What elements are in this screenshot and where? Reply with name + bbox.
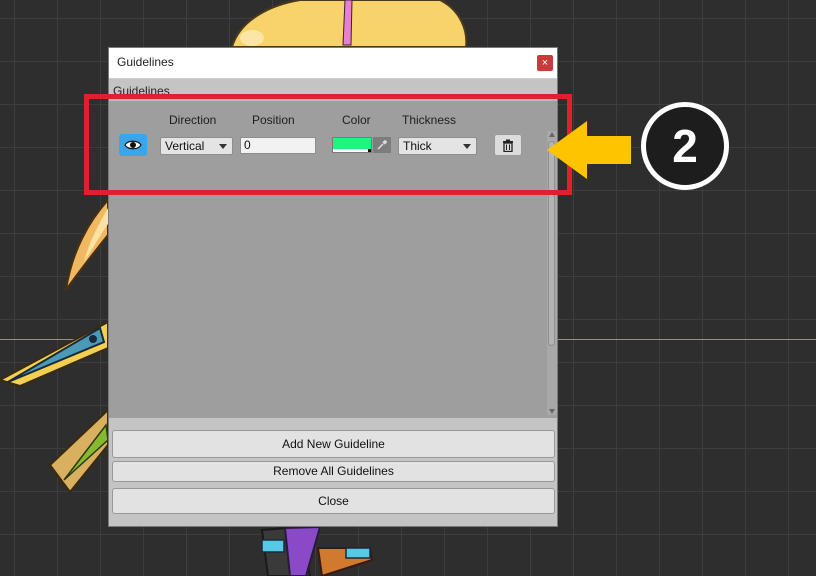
- dialog-titlebar[interactable]: Guidelines ×: [109, 48, 557, 79]
- annotation-highlight-box: [84, 94, 572, 195]
- step-number-badge: 2: [641, 102, 729, 190]
- remove-all-guidelines-button[interactable]: Remove All Guidelines: [112, 461, 555, 482]
- close-button[interactable]: Close: [112, 488, 555, 514]
- arrow-left-icon: [547, 121, 631, 179]
- dialog-title: Guidelines: [117, 55, 174, 69]
- close-icon[interactable]: ×: [537, 55, 553, 71]
- scroll-down-icon[interactable]: [549, 409, 555, 414]
- add-guideline-button[interactable]: Add New Guideline: [112, 430, 555, 458]
